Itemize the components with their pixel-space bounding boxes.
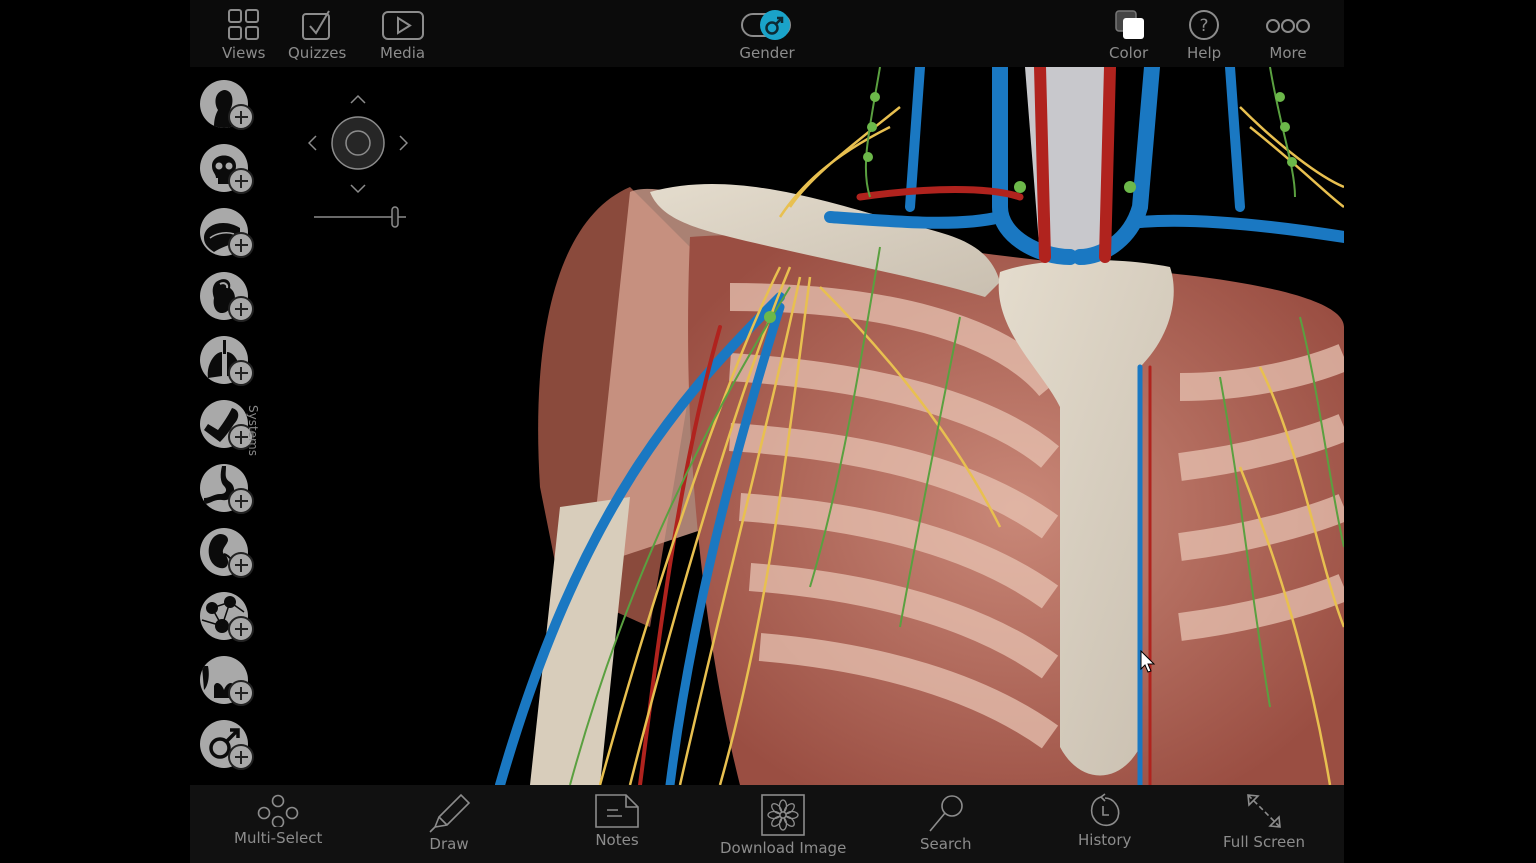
top-toolbar: Views Quizzes Media Gender Color ? Help … xyxy=(190,0,1344,67)
color-squares-icon xyxy=(1114,10,1144,39)
media-button[interactable]: Media xyxy=(380,8,425,62)
gender-switch-icon xyxy=(741,10,791,40)
help-button[interactable]: ? Help xyxy=(1187,8,1221,62)
checkbox-icon xyxy=(302,10,331,40)
flower-image-icon xyxy=(761,794,805,836)
system-nervous-button[interactable] xyxy=(198,206,264,264)
navigation-control xyxy=(307,90,409,235)
play-icon xyxy=(381,11,424,40)
add-icon xyxy=(228,680,254,706)
rotate-right-arrow-icon[interactable] xyxy=(399,135,409,151)
color-label: Color xyxy=(1109,44,1149,62)
zoom-slider-thumb[interactable] xyxy=(391,206,399,228)
search-button[interactable]: Search xyxy=(920,793,972,853)
notes-button[interactable]: Notes xyxy=(594,793,640,849)
system-cardiovascular-button[interactable] xyxy=(198,270,264,328)
three-circles-icon xyxy=(1266,19,1310,33)
clock-icon xyxy=(1090,793,1120,827)
anatomy-model xyxy=(495,67,1344,785)
add-icon xyxy=(228,168,254,194)
views-label: Views xyxy=(222,44,266,62)
rotate-up-arrow-icon[interactable] xyxy=(350,94,366,104)
draw-button[interactable]: Draw xyxy=(427,793,471,853)
gender-label: Gender xyxy=(739,44,795,62)
more-label: More xyxy=(1269,44,1307,62)
download-image-button[interactable]: Download Image xyxy=(720,793,846,857)
mouse-cursor-icon xyxy=(1140,650,1156,673)
magnifier-icon xyxy=(929,795,963,832)
views-button[interactable]: Views xyxy=(222,8,265,62)
system-respiratory-button[interactable] xyxy=(198,334,264,392)
add-icon xyxy=(228,744,254,770)
zoom-slider[interactable] xyxy=(314,206,406,228)
help-label: Help xyxy=(1187,44,1222,62)
systems-label: Systems xyxy=(246,405,260,456)
full-screen-label: Full Screen xyxy=(1223,833,1305,851)
search-label: Search xyxy=(920,835,972,853)
rotate-down-arrow-icon[interactable] xyxy=(350,184,366,194)
multi-select-button[interactable]: Multi-Select xyxy=(234,793,322,847)
diagonal-arrows-icon xyxy=(1247,794,1281,828)
color-button[interactable]: Color xyxy=(1109,8,1148,62)
notes-label: Notes xyxy=(595,831,639,849)
multi-circles-icon xyxy=(257,794,299,827)
history-button[interactable]: History xyxy=(1078,793,1131,849)
media-label: Media xyxy=(380,44,426,62)
app-window: Views Quizzes Media Gender Color ? Help … xyxy=(190,0,1344,863)
pencil-icon xyxy=(429,793,471,833)
system-lymphatic-button[interactable] xyxy=(198,590,264,648)
history-label: History xyxy=(1078,831,1132,849)
rotate-left-arrow-icon[interactable] xyxy=(307,135,317,151)
add-icon xyxy=(228,296,254,322)
add-icon xyxy=(228,488,254,514)
system-skeletal-button[interactable] xyxy=(198,142,264,200)
pan-joystick[interactable] xyxy=(331,116,385,170)
system-endocrine-button[interactable] xyxy=(198,654,264,712)
quizzes-button[interactable]: Quizzes xyxy=(288,8,346,62)
bottom-toolbar: Multi-Select Draw Notes Download Image S… xyxy=(190,785,1344,863)
gender-toggle[interactable]: Gender xyxy=(739,8,795,62)
system-skin-button[interactable] xyxy=(198,78,264,136)
more-button[interactable]: More xyxy=(1265,8,1311,62)
quizzes-label: Quizzes xyxy=(288,44,347,62)
system-urinary-button[interactable] xyxy=(198,526,264,584)
add-icon xyxy=(228,552,254,578)
question-icon: ? xyxy=(1189,10,1220,40)
add-icon xyxy=(228,360,254,386)
anatomy-3d-viewport[interactable] xyxy=(480,67,1344,785)
svg-text:?: ? xyxy=(1200,16,1209,36)
full-screen-button[interactable]: Full Screen xyxy=(1223,793,1305,851)
draw-label: Draw xyxy=(429,835,469,853)
multi-select-label: Multi-Select xyxy=(234,829,323,847)
grid-icon xyxy=(227,9,259,40)
add-icon xyxy=(228,104,254,130)
note-icon xyxy=(595,794,639,828)
system-reproductive-button[interactable] xyxy=(198,718,264,776)
system-digestive-button[interactable] xyxy=(198,462,264,520)
add-icon xyxy=(228,232,254,258)
download-image-label: Download Image xyxy=(720,839,847,857)
add-icon xyxy=(228,616,254,642)
